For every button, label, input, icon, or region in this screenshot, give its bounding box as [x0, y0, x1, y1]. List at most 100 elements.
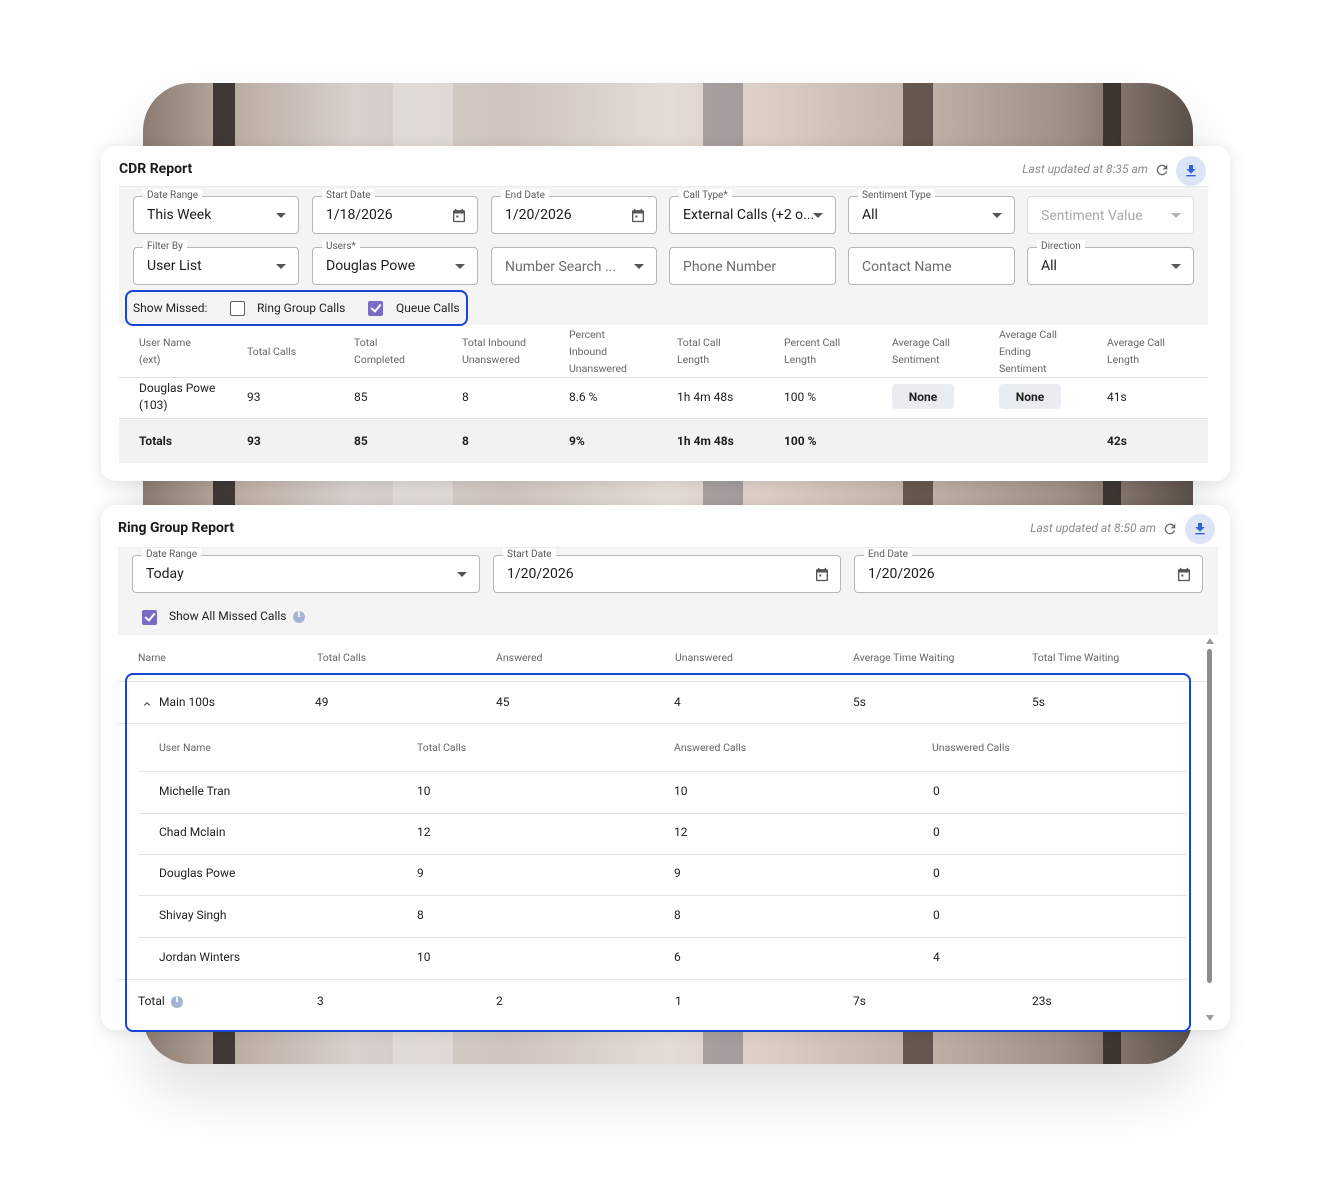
chevron-down-icon [457, 572, 467, 577]
info-icon[interactable] [293, 610, 305, 623]
download-icon [1195, 523, 1205, 535]
end-date-label: End Date [864, 548, 912, 562]
download-button[interactable] [1176, 156, 1206, 186]
date-range-select[interactable]: Date Range This Week [133, 189, 299, 234]
cdr-report-card: CDR Report Last updated at 8:35 am Date … [101, 146, 1230, 481]
filter-by-label: Filter By [143, 240, 187, 254]
cell-total-calls: 93 [247, 390, 261, 404]
cdr-report-title: CDR Report [119, 161, 193, 177]
refresh-icon[interactable] [1162, 521, 1178, 537]
last-updated-text: Last updated at 8:35 am [1022, 162, 1148, 176]
col-average-call-ending-sentiment: Average Call Ending Sentiment [999, 328, 1057, 375]
scroll-down-arrow-icon[interactable] [1206, 1015, 1214, 1021]
direction-label: Direction [1037, 240, 1085, 254]
col-name: Name [138, 651, 166, 664]
sentiment-type-label: Sentiment Type [858, 189, 935, 203]
totals-total-completed: 85 [354, 434, 368, 448]
number-search-select[interactable]: Number Search ... [491, 247, 657, 285]
stage: CDR Report Last updated at 8:35 am Date … [0, 0, 1332, 1188]
col-unanswered: Unanswered [675, 651, 733, 664]
download-button[interactable] [1185, 514, 1215, 544]
chevron-down-icon [634, 264, 644, 269]
phone-number-input[interactable]: Phone Number [669, 247, 836, 285]
direction-select[interactable]: Direction All [1027, 240, 1194, 285]
last-updated-text: Last updated at 8:50 am [1030, 521, 1156, 535]
group-table-highlight [125, 673, 1191, 1032]
header-divider [119, 377, 1208, 378]
start-date-field[interactable]: Start Date 1/18/2026 [312, 189, 478, 234]
users-label: Users* [322, 240, 360, 254]
end-date-field[interactable]: End Date 1/20/2026 [491, 189, 657, 234]
col-percent-inbound-unanswered: Percent Inbound Unanswered [569, 328, 627, 375]
col-total-inbound-unanswered: Total Inbound Unanswered [462, 336, 527, 366]
scrollbar-thumb[interactable] [1207, 649, 1212, 983]
end-date-value: 1/20/2026 [868, 566, 935, 582]
col-average-call-sentiment: Average Call Sentiment [892, 336, 950, 366]
col-total-time-waiting: Total Time Waiting [1032, 651, 1120, 664]
end-date-value: 1/20/2026 [505, 207, 572, 223]
calendar-icon[interactable] [630, 207, 646, 224]
date-range-label: Date Range [142, 548, 202, 562]
col-average-time-waiting: Average Time Waiting [853, 651, 955, 664]
download-icon [1186, 165, 1196, 177]
show-missed-highlight [125, 290, 468, 326]
totals-inbound-unanswered: 8 [462, 434, 469, 448]
sentiment-value-select: Sentiment Value [1027, 196, 1194, 234]
cell-inbound-unanswered: 8 [462, 390, 469, 404]
call-type-label: Call Type* [679, 189, 732, 203]
sentiment-type-value: All [862, 207, 878, 223]
ring-group-report-title: Ring Group Report [118, 520, 235, 536]
sentiment-value-placeholder: Sentiment Value [1041, 208, 1143, 224]
filter-by-select[interactable]: Filter By User List [133, 240, 299, 285]
cell-avg-call-length: 41s [1107, 390, 1127, 404]
totals-avg-call-length: 42s [1107, 434, 1127, 448]
cell-user-ext: (103) [139, 398, 168, 412]
calendar-icon[interactable] [1176, 566, 1192, 583]
totals-label: Totals [139, 434, 173, 448]
date-range-label: Date Range [143, 189, 203, 203]
contact-name-placeholder: Contact Name [862, 259, 952, 275]
date-range-value: Today [146, 566, 184, 582]
refresh-icon[interactable] [1154, 162, 1170, 178]
call-type-select[interactable]: Call Type* External Calls (+2 o... [669, 189, 836, 234]
calendar-icon[interactable] [814, 566, 830, 583]
col-answered: Answered [496, 651, 543, 664]
date-range-value: This Week [147, 207, 212, 223]
call-type-value: External Calls (+2 o... [683, 207, 813, 223]
show-all-missed-label[interactable]: Show All Missed Calls [169, 609, 286, 623]
start-date-field[interactable]: Start Date 1/20/2026 [493, 548, 841, 593]
show-all-missed-checkbox[interactable] [142, 610, 157, 625]
cell-percent-call-length: 100 % [784, 390, 816, 404]
chevron-down-icon [1171, 213, 1181, 218]
users-select[interactable]: Users* Douglas Powe [312, 240, 478, 285]
chevron-down-icon [992, 213, 1002, 218]
totals-row [119, 419, 1208, 463]
col-total-call-length: Total Call Length [677, 336, 721, 366]
cell-percent-inbound-unanswered: 8.6 % [569, 390, 598, 404]
end-date-field[interactable]: End Date 1/20/2026 [854, 548, 1203, 593]
totals-percent-call-length: 100 % [784, 434, 817, 448]
sentiment-type-select[interactable]: Sentiment Type All [848, 189, 1015, 234]
chevron-down-icon [276, 213, 286, 218]
scroll-up-arrow-icon[interactable] [1206, 638, 1214, 644]
start-date-label: Start Date [503, 548, 556, 562]
totals-total-call-length: 1h 4m 48s [677, 434, 734, 448]
direction-value: All [1041, 258, 1057, 274]
col-average-call-length: Average Call Length [1107, 336, 1165, 366]
chevron-down-icon [813, 213, 823, 218]
date-range-select[interactable]: Date Range Today [132, 548, 480, 593]
totals-percent-inbound-unanswered: 9% [569, 434, 585, 448]
filter-by-value: User List [147, 258, 202, 274]
calendar-icon[interactable] [451, 207, 467, 224]
col-total-calls: Total Calls [317, 651, 367, 664]
contact-name-input[interactable]: Contact Name [848, 247, 1015, 285]
col-total-completed: Total Completed [354, 336, 405, 366]
ending-sentiment-chip: None [999, 384, 1061, 409]
start-date-value: 1/20/2026 [507, 566, 574, 582]
cell-user-name: Douglas Powe [139, 381, 216, 395]
start-date-label: Start Date [322, 189, 375, 203]
end-date-label: End Date [501, 189, 549, 203]
col-user-name: User Name (ext) [139, 336, 191, 366]
sentiment-chip: None [892, 384, 954, 409]
cell-total-call-length: 1h 4m 48s [677, 390, 734, 404]
